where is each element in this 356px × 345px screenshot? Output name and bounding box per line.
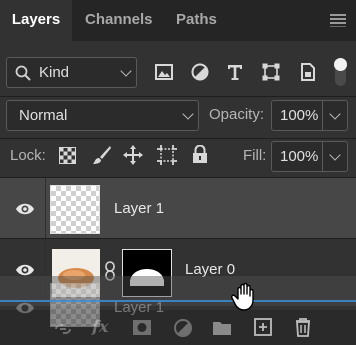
fill-label: Fill: (243, 147, 267, 164)
filter-toggle-switch[interactable] (334, 58, 347, 86)
lock-label: Lock: (10, 147, 46, 164)
adjustment-layer-icon[interactable] (172, 317, 194, 339)
fill-value: 100% (280, 148, 319, 165)
panel-menu-icon[interactable] (330, 14, 346, 28)
filter-kind-label: Kind (39, 64, 70, 81)
divider (0, 138, 356, 139)
lock-transparent-pixels-icon[interactable] (59, 147, 76, 164)
lock-image-pixels-brush-icon[interactable] (92, 145, 112, 165)
blend-mode-dropdown[interactable]: Normal (6, 100, 199, 131)
drop-indicator-line (0, 300, 356, 302)
lock-all-icon[interactable] (192, 145, 208, 164)
tab-layers[interactable]: Layers (0, 0, 72, 41)
divider (322, 142, 323, 171)
eye-visibility-icon[interactable] (15, 263, 35, 277)
adjustment-filter-icon[interactable] (190, 62, 210, 82)
delete-layer-trash-icon[interactable] (292, 316, 314, 338)
opacity-field[interactable]: 100% (271, 100, 348, 131)
add-mask-icon[interactable] (131, 317, 153, 339)
eye-visibility-icon[interactable] (15, 202, 35, 216)
new-group-folder-icon[interactable] (211, 317, 233, 339)
type-filter-icon[interactable] (225, 62, 245, 82)
search-icon (15, 65, 31, 81)
opacity-label: Opacity: (209, 106, 265, 123)
panel-tab-bar: Layers Channels Paths (0, 0, 356, 41)
layer-thumbnail-transparent (50, 185, 100, 234)
chevron-down-icon (120, 65, 132, 77)
layer-name[interactable]: Layer 1 (114, 200, 164, 217)
shape-filter-icon[interactable] (261, 62, 281, 82)
lock-position-move-icon[interactable] (122, 144, 144, 166)
divider (322, 101, 323, 130)
layer-row-layer-1[interactable]: Layer 1 (0, 178, 356, 238)
chevron-down-icon (329, 149, 341, 161)
blend-mode-value: Normal (19, 107, 68, 124)
lock-artboard-icon[interactable] (157, 145, 177, 165)
fill-field[interactable]: 100% (271, 141, 348, 172)
eye-visibility-icon (16, 302, 34, 314)
grab-hand-cursor-icon (231, 282, 254, 311)
toggle-knob (334, 58, 347, 71)
opacity-value: 100% (280, 107, 319, 124)
filter-kind-dropdown[interactable]: Kind (6, 57, 137, 88)
chevron-down-icon (182, 108, 194, 120)
chevron-down-icon (329, 108, 341, 120)
tab-channels[interactable]: Channels (85, 0, 153, 41)
tab-paths[interactable]: Paths (176, 0, 217, 41)
divider (0, 96, 356, 97)
divider (45, 178, 46, 238)
image-filter-icon[interactable] (154, 62, 174, 82)
smart-object-filter-icon[interactable] (298, 62, 318, 82)
drag-ghost-thumbnail (50, 283, 100, 327)
new-layer-icon[interactable] (252, 316, 274, 338)
